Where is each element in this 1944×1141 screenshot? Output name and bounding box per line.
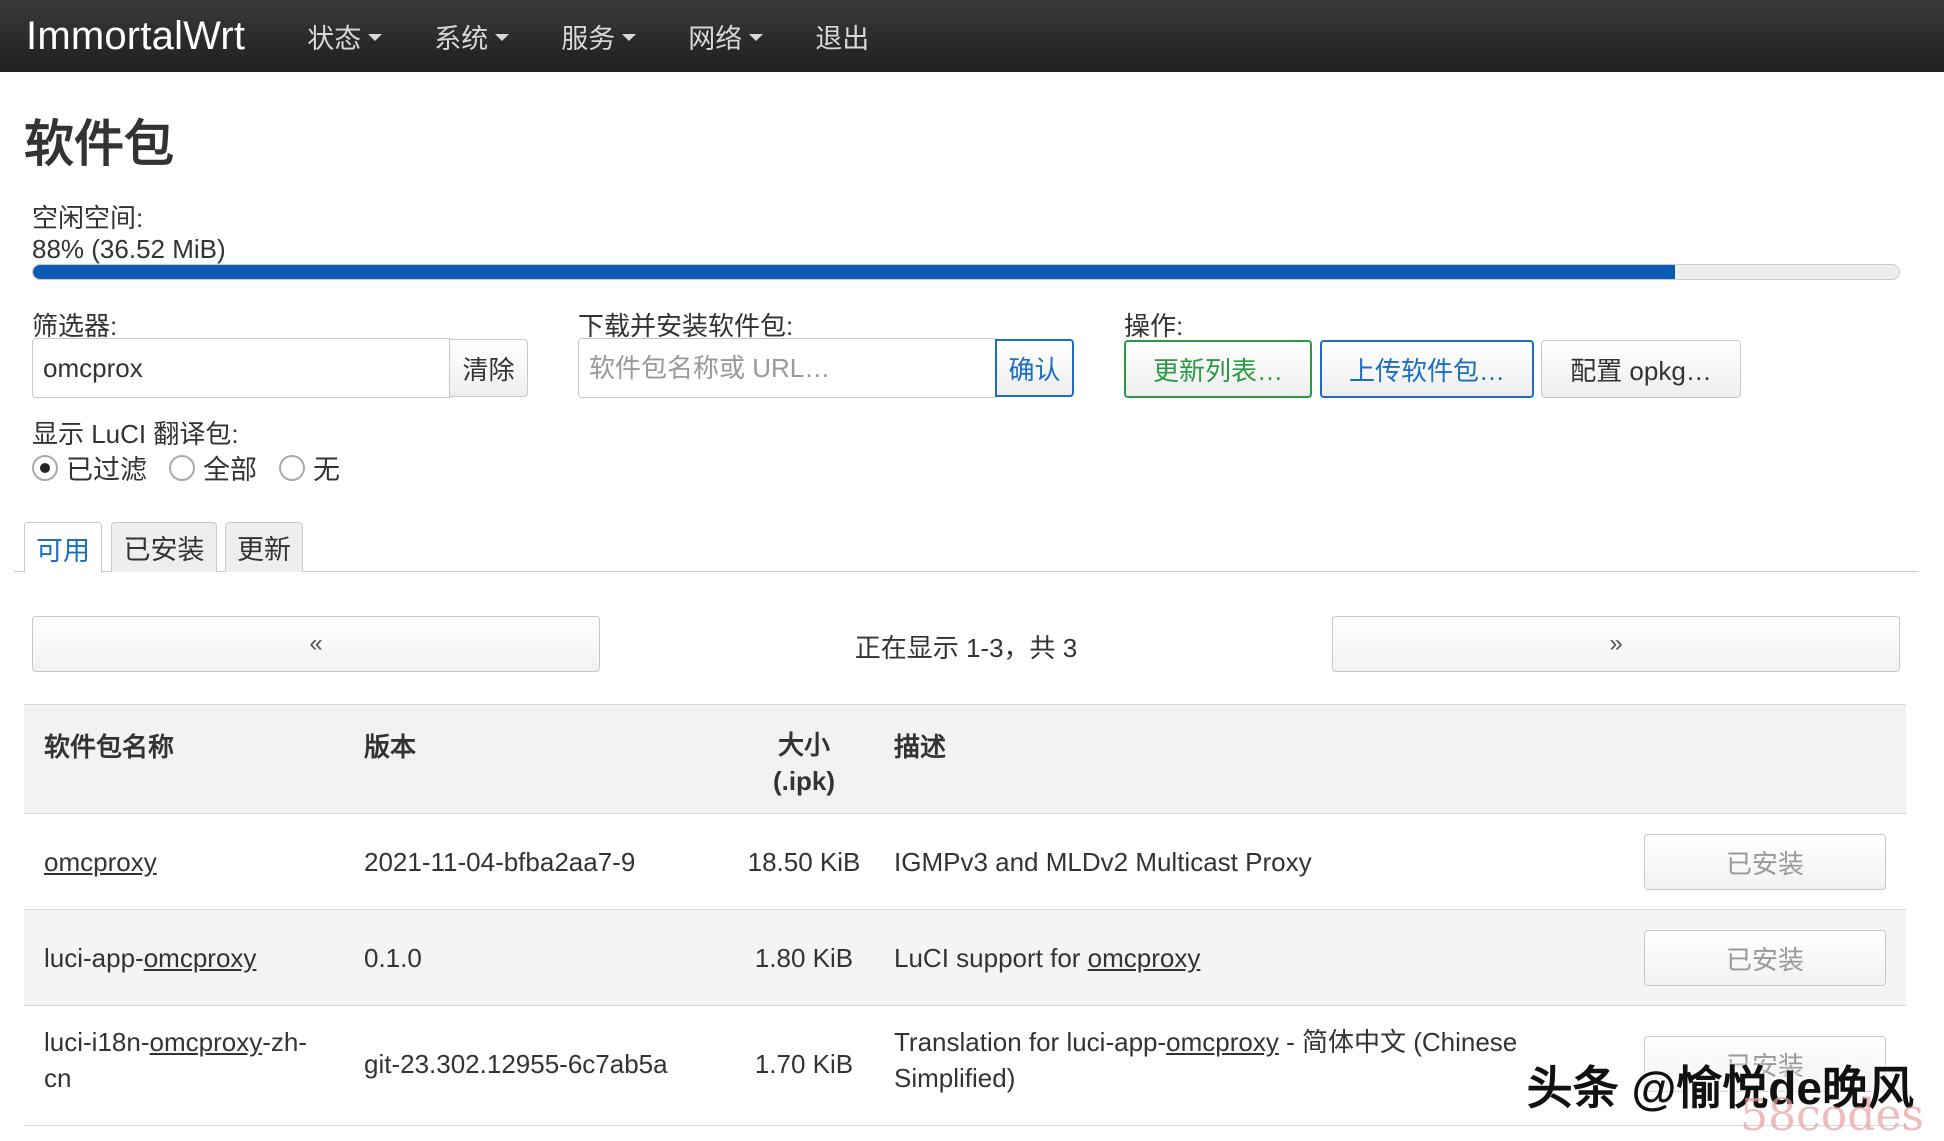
- free-space-label: 空闲空间:: [32, 203, 144, 233]
- menu-network-label: 网络: [688, 23, 743, 54]
- header-description: 描述: [894, 732, 947, 762]
- package-description-link[interactable]: omcproxy: [1088, 943, 1201, 973]
- table-row: omcproxy 2021-11-04-bfba2aa7-9 18.50 KiB…: [24, 814, 1906, 910]
- radio-all-label: 全部: [203, 455, 257, 485]
- package-description: IGMPv3 and MLDv2 Multicast Proxy: [894, 844, 1312, 880]
- package-name-link[interactable]: omcproxy: [150, 1027, 263, 1057]
- table-row: luci-app-omcproxy 0.1.0 1.80 KiB LuCI su…: [24, 910, 1906, 1006]
- package-version: git-23.302.12955-6c7ab5a: [364, 1049, 668, 1079]
- radio-checked-icon[interactable]: [32, 454, 58, 481]
- translation-radio-group: 已过滤 全部 无: [32, 448, 362, 487]
- menu-services[interactable]: 服务: [561, 17, 637, 56]
- package-description-text: IGMPv3 and MLDv2 Multicast Proxy: [894, 847, 1312, 877]
- menu-logout[interactable]: 退出: [815, 17, 869, 56]
- menu-status[interactable]: 状态: [307, 17, 383, 56]
- radio-all[interactable]: 全部: [169, 448, 257, 487]
- top-navbar: ImmortalWrt 状态 系统 服务 网络 退出: [0, 0, 1944, 72]
- pager-status: 正在显示 1-3，共 3: [854, 633, 1078, 663]
- radio-filtered-label: 已过滤: [66, 455, 147, 485]
- free-space-progress: [32, 264, 1900, 280]
- installed-button[interactable]: 已安装: [1644, 834, 1886, 890]
- package-url-input[interactable]: [578, 338, 996, 398]
- menu-status-label: 状态: [307, 23, 362, 54]
- package-version: 2021-11-04-bfba2aa7-9: [364, 847, 636, 877]
- clear-button[interactable]: 清除: [449, 339, 528, 397]
- radio-unchecked-icon[interactable]: [279, 454, 305, 481]
- package-size: 1.80 KiB: [754, 943, 854, 973]
- header-size-line2: (.ipk): [772, 766, 836, 796]
- update-lists-button[interactable]: 更新列表…: [1124, 340, 1312, 398]
- package-size: 18.50 KiB: [747, 847, 861, 877]
- package-name-prefix: luci-app-: [44, 943, 144, 973]
- menu-network[interactable]: 网络: [688, 17, 764, 56]
- package-name-link[interactable]: omcproxy: [44, 847, 157, 877]
- confirm-button[interactable]: 确认: [995, 339, 1074, 397]
- filter-input[interactable]: [32, 338, 450, 398]
- menu-logout-label: 退出: [815, 23, 870, 54]
- package-name: omcproxy: [44, 844, 157, 880]
- tab-updates[interactable]: 更新: [225, 522, 303, 572]
- package-name-line2: cn: [44, 1063, 72, 1093]
- caret-down-icon: [749, 34, 764, 41]
- menu-system-label: 系统: [434, 23, 489, 54]
- next-page-button[interactable]: »: [1332, 616, 1900, 672]
- package-description-suffix: - 简体中文 (Chinese: [1278, 1027, 1518, 1057]
- package-name-link[interactable]: omcproxy: [144, 943, 257, 973]
- header-name: 软件包名称: [44, 732, 175, 762]
- header-size: 大小 (.ipk): [724, 727, 884, 799]
- radio-unchecked-icon[interactable]: [169, 454, 195, 481]
- header-size-line1: 大小: [777, 730, 830, 760]
- package-description-link[interactable]: omcproxy: [1166, 1027, 1279, 1057]
- free-space-progress-fill: [33, 265, 1676, 279]
- watermark-site: 58codes: [1740, 1090, 1924, 1141]
- package-name-suffix: -zh-: [262, 1027, 307, 1057]
- caret-down-icon: [495, 34, 510, 41]
- package-size: 1.70 KiB: [754, 1049, 854, 1079]
- tab-available[interactable]: 可用: [24, 522, 102, 573]
- upload-package-button[interactable]: 上传软件包…: [1320, 340, 1534, 398]
- tab-installed[interactable]: 已安装: [111, 522, 217, 572]
- installed-button[interactable]: 已安装: [1644, 930, 1886, 986]
- prev-page-button[interactable]: «: [32, 616, 600, 672]
- header-version: 版本: [364, 732, 417, 762]
- page-title: 软件包: [24, 116, 174, 172]
- radio-none[interactable]: 无: [279, 448, 340, 487]
- package-name: luci-i18n-omcproxy-zh- cn: [44, 1024, 307, 1096]
- package-version: 0.1.0: [364, 943, 422, 973]
- radio-filtered[interactable]: 已过滤: [32, 448, 147, 487]
- radio-none-label: 无: [313, 455, 340, 485]
- actions-label: 操作:: [1124, 311, 1184, 341]
- caret-down-icon: [368, 34, 383, 41]
- configure-opkg-button[interactable]: 配置 opkg…: [1541, 340, 1741, 398]
- menu-services-label: 服务: [561, 23, 616, 54]
- table-header: 软件包名称 版本 大小 (.ipk) 描述: [24, 704, 1906, 814]
- caret-down-icon: [622, 34, 637, 41]
- package-description-text: Translation for luci-app-: [894, 1027, 1167, 1057]
- translation-label: 显示 LuCI 翻译包:: [32, 419, 239, 449]
- free-space-value: 88% (36.52 MiB): [32, 234, 226, 264]
- package-description-text: LuCI support for: [894, 943, 1088, 973]
- brand-logo[interactable]: ImmortalWrt: [26, 14, 245, 59]
- package-description: LuCI support for omcproxy: [894, 940, 1200, 976]
- main-menu: 状态 系统 服务 网络 退出: [281, 17, 895, 56]
- package-name-prefix: luci-i18n-: [44, 1027, 150, 1057]
- package-description-line2: Simplified): [894, 1063, 1016, 1093]
- menu-system[interactable]: 系统: [434, 17, 510, 56]
- package-description: Translation for luci-app-omcproxy - 简体中文…: [894, 1024, 1517, 1096]
- package-name: luci-app-omcproxy: [44, 940, 256, 976]
